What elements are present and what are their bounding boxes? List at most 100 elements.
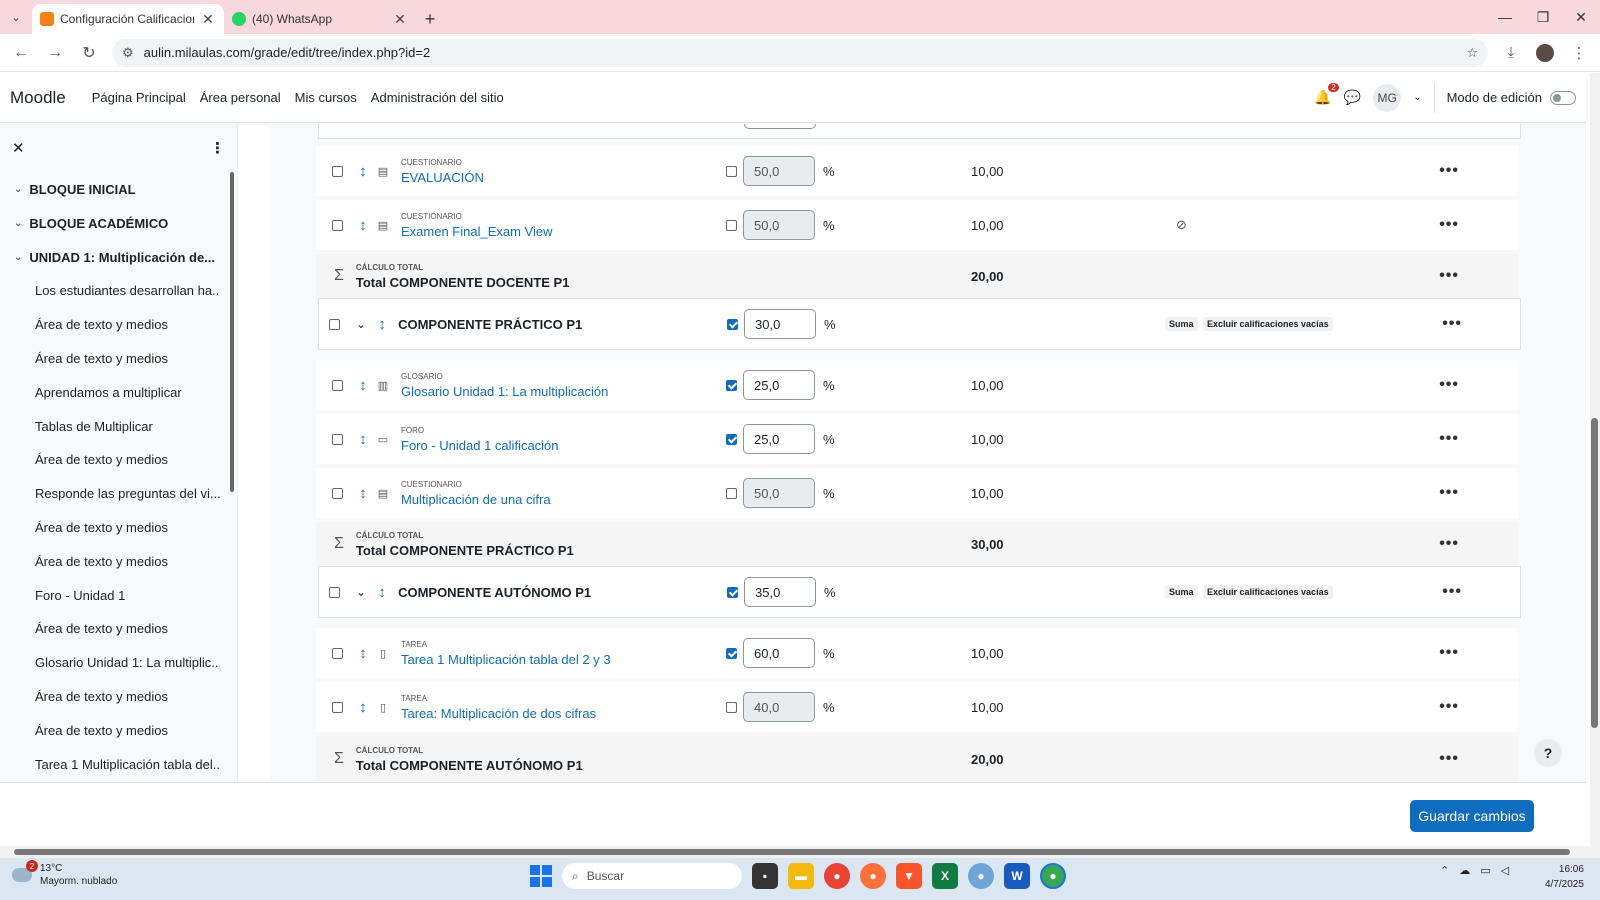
weight-input[interactable]: 35,0 bbox=[744, 577, 816, 607]
item-link[interactable]: Tarea: Multiplicación de dos cifras bbox=[401, 706, 596, 721]
scrollbar-thumb[interactable] bbox=[1591, 418, 1598, 728]
actions-menu-icon[interactable]: ••• bbox=[1439, 750, 1459, 768]
weight-input[interactable]: 25,0 bbox=[743, 424, 815, 454]
bookmark-star-icon[interactable]: ☆ bbox=[1466, 45, 1478, 61]
weight-input[interactable]: 50,0 bbox=[743, 210, 815, 240]
actions-menu-icon[interactable]: ••• bbox=[1439, 484, 1459, 502]
app-icon[interactable]: ● bbox=[968, 863, 994, 889]
taskbar-search[interactable]: ⌕ Buscar bbox=[562, 863, 742, 889]
drawer-item[interactable]: Aprendamos a multiplicar bbox=[0, 375, 220, 409]
chrome-icon[interactable]: ● bbox=[824, 863, 850, 889]
profile-icon[interactable] bbox=[1530, 38, 1560, 68]
weight-input[interactable]: 40,0 bbox=[743, 692, 815, 722]
chrome-active-icon[interactable]: ● bbox=[1040, 863, 1066, 889]
drawer-scrollbar[interactable] bbox=[230, 172, 234, 492]
forward-arrow-icon[interactable]: → bbox=[40, 38, 70, 68]
help-button[interactable]: ? bbox=[1534, 739, 1562, 767]
close-tab-icon[interactable]: ✕ bbox=[200, 11, 216, 28]
move-icon[interactable]: ↕ bbox=[376, 316, 388, 333]
weight-input[interactable]: 50,0 bbox=[743, 478, 815, 508]
actions-menu-icon[interactable]: ••• bbox=[1439, 216, 1459, 234]
edit-mode-toggle[interactable] bbox=[1550, 90, 1576, 105]
move-icon[interactable]: ↕ bbox=[357, 377, 369, 394]
tab-grades-config[interactable]: Configuración Calificaciones | M ✕ bbox=[32, 4, 224, 34]
actions-menu-icon[interactable]: ••• bbox=[1439, 698, 1459, 716]
select-checkbox[interactable] bbox=[329, 586, 340, 598]
weight-input[interactable]: 30,0 bbox=[744, 309, 816, 339]
close-tab-icon[interactable]: ✕ bbox=[392, 11, 408, 28]
tab-search-chevron-icon[interactable]: ⌄ bbox=[0, 0, 32, 34]
browser-menu-icon[interactable]: ⋮ bbox=[1564, 38, 1594, 68]
move-icon[interactable]: ↕ bbox=[357, 485, 369, 502]
brave-icon[interactable]: ▼ bbox=[896, 863, 922, 889]
collapse-chevron-icon[interactable]: ⌄ bbox=[356, 585, 366, 599]
select-checkbox[interactable] bbox=[332, 165, 343, 177]
item-link[interactable]: Multiplicación de una cifra bbox=[401, 492, 551, 507]
drawer-item[interactable]: Tarea 1 Multiplicación tabla del... bbox=[0, 747, 220, 781]
weight-override-checkbox[interactable] bbox=[726, 379, 737, 391]
drawer-item[interactable]: Los estudiantes desarrollan ha... bbox=[0, 274, 220, 308]
back-arrow-icon[interactable]: ← bbox=[6, 38, 36, 68]
weight-override-checkbox[interactable] bbox=[727, 318, 738, 330]
weight-override-checkbox[interactable] bbox=[726, 219, 737, 231]
select-checkbox[interactable] bbox=[332, 487, 343, 499]
actions-menu-icon[interactable]: ••• bbox=[1439, 267, 1459, 285]
select-checkbox[interactable] bbox=[329, 318, 340, 330]
clock[interactable]: 16:06 4/7/2025 bbox=[1545, 862, 1584, 892]
move-icon[interactable]: ↕ bbox=[357, 431, 369, 448]
volume-icon[interactable]: ◁ bbox=[1501, 864, 1509, 877]
minimize-icon[interactable]: — bbox=[1486, 0, 1524, 34]
drawer-item[interactable]: Glosario Unidad 1: La multiplic... bbox=[0, 646, 220, 680]
weight-override-checkbox[interactable] bbox=[726, 433, 737, 445]
drawer-item[interactable]: Foro - Unidad 1 bbox=[0, 578, 220, 612]
page-scrollbar[interactable] bbox=[1590, 73, 1600, 846]
actions-menu-icon[interactable]: ••• bbox=[1442, 583, 1462, 601]
scrollbar-thumb[interactable] bbox=[14, 849, 1570, 855]
drawer-item[interactable]: Área de texto y medios bbox=[0, 544, 220, 578]
move-icon[interactable]: ↕ bbox=[357, 217, 369, 234]
nav-link-my-courses[interactable]: Mis cursos bbox=[295, 90, 357, 105]
tray-chevron-icon[interactable]: ⌃ bbox=[1440, 864, 1449, 877]
user-avatar[interactable]: MG bbox=[1373, 83, 1402, 112]
moodle-brand[interactable]: Moodle bbox=[10, 88, 66, 108]
edit-mode-switch[interactable]: Modo de edición bbox=[1447, 90, 1576, 105]
messages-icon[interactable]: 💬 bbox=[1344, 89, 1361, 106]
section-bloque-inicial[interactable]: ⌄ BLOQUE INICIAL bbox=[0, 172, 237, 206]
weight-input[interactable]: 60,0 bbox=[743, 638, 815, 668]
drawer-item[interactable]: Área de texto y medios bbox=[0, 308, 220, 342]
onedrive-icon[interactable]: ☁ bbox=[1459, 864, 1470, 877]
actions-menu-icon[interactable]: ••• bbox=[1439, 644, 1459, 662]
firefox-icon[interactable]: ● bbox=[860, 863, 886, 889]
item-link[interactable]: Foro - Unidad 1 calificación bbox=[401, 438, 559, 453]
tab-whatsapp[interactable]: (40) WhatsApp ✕ bbox=[224, 4, 416, 34]
user-menu-chevron-icon[interactable]: ⌄ bbox=[1413, 92, 1421, 103]
actions-menu-icon[interactable]: ••• bbox=[1439, 535, 1459, 553]
word-icon[interactable]: W bbox=[1004, 863, 1030, 889]
actions-menu-icon[interactable]: ••• bbox=[1439, 376, 1459, 394]
select-checkbox[interactable] bbox=[332, 379, 343, 391]
move-icon[interactable]: ↕ bbox=[357, 163, 369, 180]
select-checkbox[interactable] bbox=[332, 219, 343, 231]
horizontal-scrollbar[interactable] bbox=[0, 846, 1600, 858]
weight-input[interactable]: 50,0 bbox=[743, 156, 815, 186]
close-window-icon[interactable]: ✕ bbox=[1562, 0, 1600, 34]
actions-menu-icon[interactable]: ••• bbox=[1439, 162, 1459, 180]
network-icon[interactable]: ▭ bbox=[1480, 864, 1490, 877]
drawer-options-icon[interactable]: ⋮ bbox=[210, 139, 225, 157]
close-drawer-icon[interactable]: ✕ bbox=[12, 139, 25, 157]
save-changes-button[interactable]: Guardar cambios bbox=[1410, 800, 1534, 832]
section-unidad-1[interactable]: ⌄ UNIDAD 1: Multiplicación de... bbox=[0, 240, 237, 274]
weight-input[interactable]: 25,0 bbox=[743, 370, 815, 400]
weight-override-checkbox[interactable] bbox=[726, 487, 737, 499]
actions-menu-icon[interactable]: ••• bbox=[1439, 430, 1459, 448]
weight-override-checkbox[interactable] bbox=[726, 165, 737, 177]
excel-icon[interactable]: X bbox=[932, 863, 958, 889]
new-tab-button[interactable]: + bbox=[416, 4, 444, 34]
select-checkbox[interactable] bbox=[332, 647, 343, 659]
move-icon[interactable]: ↕ bbox=[357, 699, 369, 716]
drawer-item[interactable]: Área de texto y medios bbox=[0, 713, 220, 747]
task-view-icon[interactable]: ▪ bbox=[752, 863, 778, 889]
weight-override-checkbox[interactable] bbox=[726, 647, 737, 659]
url-bar[interactable]: ⚙ aulin.milaulas.com/grade/edit/tree/ind… bbox=[112, 38, 1488, 67]
drawer-item[interactable]: Área de texto y medios bbox=[0, 511, 220, 545]
